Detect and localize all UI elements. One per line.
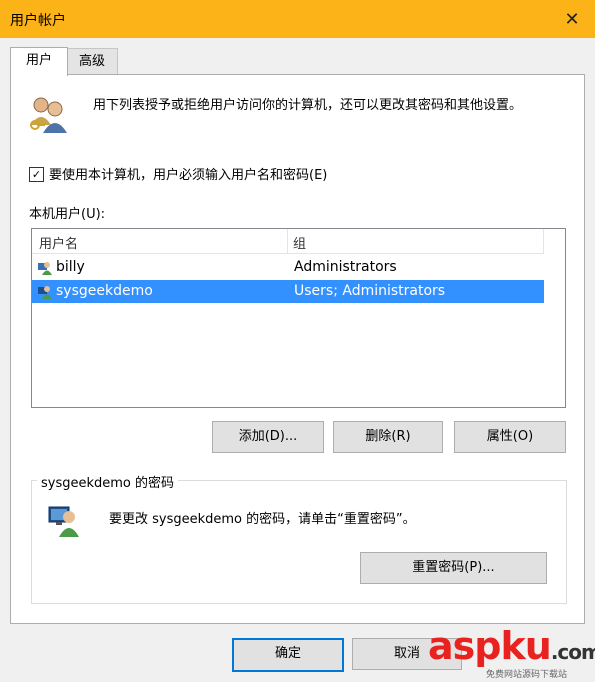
title-bar: 用户帐户 ✕ (0, 0, 595, 38)
column-header-username[interactable]: 用户名 (39, 233, 78, 252)
user-name: billy (56, 259, 85, 275)
user-icon (37, 259, 53, 275)
column-divider[interactable] (287, 229, 288, 253)
table-row-selected[interactable]: sysgeekdemo Users; Administrators (32, 280, 544, 303)
close-icon: ✕ (564, 8, 580, 30)
password-group-title: sysgeekdemo 的密码 (37, 472, 179, 491)
list-header: 用户名 组 (32, 229, 544, 254)
users-group-icon (27, 95, 71, 135)
add-user-button[interactable]: 添加(D)... (212, 421, 324, 453)
properties-button[interactable]: 属性(O) (454, 421, 566, 453)
ok-button[interactable]: 确定 (232, 638, 344, 672)
tab-users[interactable]: 用户 (10, 47, 68, 76)
user-group: Administrators (294, 259, 397, 275)
password-group-box (31, 480, 567, 604)
user-icon (37, 283, 53, 299)
require-password-checkbox[interactable]: ✓ (29, 167, 44, 182)
window-title: 用户帐户 (10, 13, 66, 29)
watermark-logo: aspku.com 免费网站源码下载站 (428, 624, 595, 680)
tab-advanced[interactable]: 高级 (66, 48, 118, 75)
user-password-icon (47, 503, 81, 537)
require-password-label[interactable]: 要使用本计算机，用户必须输入用户名和密码(E) (49, 164, 327, 183)
watermark-tagline: 免费网站源码下载站 (486, 670, 568, 680)
remove-user-button[interactable]: 删除(R) (333, 421, 443, 453)
close-button[interactable]: ✕ (549, 0, 595, 38)
local-users-label: 本机用户(U): (29, 207, 106, 222)
reset-password-button[interactable]: 重置密码(P)... (360, 552, 547, 584)
table-row[interactable]: billy Administrators (32, 256, 544, 279)
user-name: sysgeekdemo (56, 283, 153, 299)
intro-text: 用下列表授予或拒绝用户访问你的计算机，还可以更改其密码和其他设置。 (93, 98, 523, 113)
user-group: Users; Administrators (294, 283, 446, 299)
column-divider[interactable] (543, 229, 544, 253)
users-list[interactable]: 用户名 组 billy Administrators sysgeekdemo U… (31, 228, 566, 408)
users-tab-panel: 用下列表授予或拒绝用户访问你的计算机，还可以更改其密码和其他设置。 ✓ 要使用本… (10, 74, 585, 624)
column-header-group[interactable]: 组 (293, 233, 306, 252)
password-group-text: 要更改 sysgeekdemo 的密码，请单击“重置密码”。 (109, 512, 416, 527)
